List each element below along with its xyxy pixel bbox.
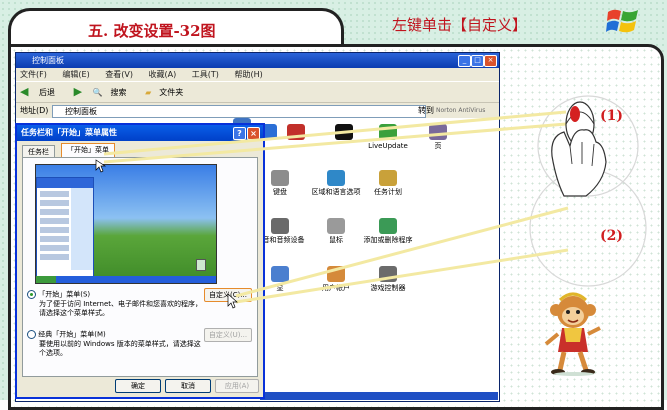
pointer-line-1b [103,122,567,164]
pointer-line-2b [235,248,569,304]
mouse-hand-icon [551,101,607,197]
pointer-line-1 [103,110,567,156]
pointer-line-2 [235,206,569,298]
cursor-icon-2 [227,293,238,309]
step-label-2: (2) [600,228,623,244]
step-label-1: (1) [600,108,623,124]
cursor-icon [95,159,107,173]
monkey-mascot-icon [544,292,601,376]
